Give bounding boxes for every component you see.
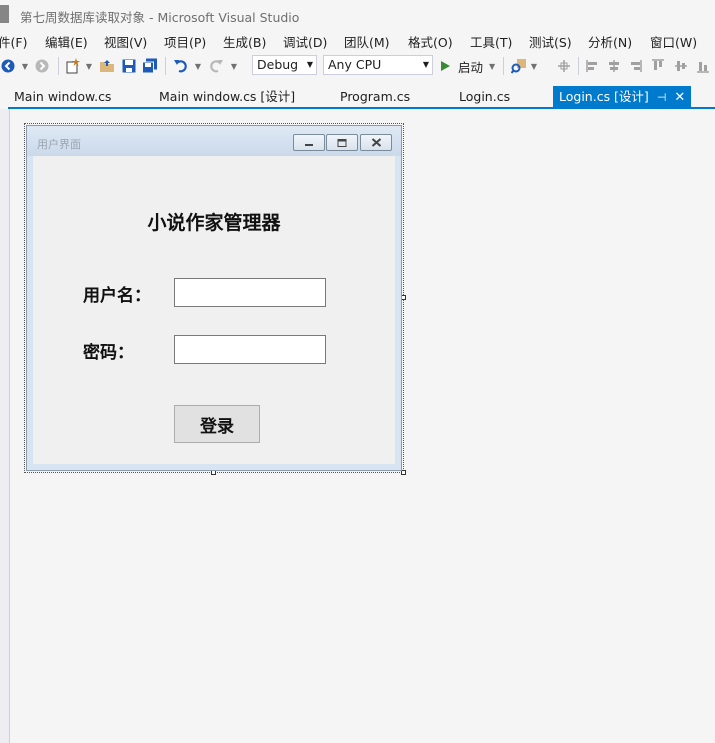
app-heading: 小说作家管理器	[147, 212, 281, 234]
login-form-window[interactable]: 用户界面 小说作家管理器 用户名： 密码： 登录	[26, 125, 402, 471]
menu-debug[interactable]: 调试(D)	[283, 32, 327, 51]
undo-icon[interactable]	[172, 51, 190, 81]
document-tab-strip: Main window.cs Main window.cs [设计] Progr…	[0, 86, 715, 108]
solution-platform-select[interactable]: Any CPU ▼	[323, 55, 433, 75]
align-middles-icon[interactable]	[673, 51, 689, 81]
chevron-down-icon: ▼	[422, 60, 429, 69]
minimize-icon	[305, 143, 313, 146]
toolbar-separator	[165, 57, 166, 75]
toolbar-overflow-icon[interactable]: ▼	[530, 51, 538, 81]
navigate-back-icon[interactable]	[0, 51, 16, 81]
find-in-files-icon[interactable]	[509, 51, 529, 81]
tab-login-design[interactable]: Login.cs [设计] ⊣ ✕	[553, 86, 692, 107]
start-debugging-button[interactable]: 启动 ▼	[439, 51, 497, 81]
align-lefts-icon[interactable]	[585, 51, 601, 81]
password-label: 密码：	[83, 343, 134, 363]
menu-view[interactable]: 视图(V)	[104, 32, 147, 51]
redo-dropdown-icon[interactable]: ▼	[229, 51, 239, 81]
maximize-icon	[337, 138, 347, 147]
new-project-icon[interactable]	[64, 51, 82, 81]
form-title: 用户界面	[37, 138, 81, 151]
minimize-button[interactable]	[293, 134, 325, 151]
visual-studio-logo-icon	[0, 5, 9, 23]
menu-tools[interactable]: 工具(T)	[470, 32, 512, 51]
username-input[interactable]	[174, 278, 326, 307]
password-input[interactable]	[174, 335, 326, 364]
align-centers-icon[interactable]	[606, 51, 622, 81]
tab-main-window-cs[interactable]: Main window.cs	[14, 86, 111, 107]
chevron-down-icon: ▼	[489, 61, 496, 71]
undo-dropdown-icon[interactable]: ▼	[193, 51, 203, 81]
navigate-forward-icon[interactable]	[34, 51, 50, 81]
maximize-button[interactable]	[326, 134, 358, 151]
platform-value: Any CPU	[328, 57, 382, 72]
align-rights-icon[interactable]	[627, 51, 643, 81]
align-to-grid-icon[interactable]	[555, 51, 573, 81]
save-icon[interactable]	[120, 51, 138, 81]
form-client-area: 小说作家管理器 用户名： 密码： 登录	[33, 156, 395, 464]
close-icon[interactable]: ✕	[674, 90, 685, 105]
pin-icon[interactable]: ⊣	[657, 91, 667, 104]
standard-toolbar: ▼ ▼ ▼ ▼ Debug ▼ Any CPU ▼ 启动 ▼ ▼	[0, 51, 715, 81]
tab-main-window-design[interactable]: Main window.cs [设计]	[159, 86, 295, 107]
tab-login-design-label: Login.cs [设计]	[559, 89, 649, 104]
solution-configuration-select[interactable]: Debug ▼	[252, 55, 317, 75]
chevron-down-icon: ▼	[306, 60, 313, 69]
window-title: 第七周数据库读取对象 - Microsoft Visual Studio	[20, 10, 300, 25]
configuration-value: Debug	[257, 57, 299, 72]
back-dropdown-icon[interactable]: ▼	[20, 51, 30, 81]
toolbar-separator	[578, 57, 579, 75]
align-tops-icon[interactable]	[650, 51, 666, 81]
title-bar: 第七周数据库读取对象 - Microsoft Visual Studio	[0, 0, 715, 29]
menu-window[interactable]: 窗口(W)	[650, 32, 697, 51]
close-icon	[371, 138, 381, 147]
menu-file[interactable]: 件(F)	[0, 32, 27, 51]
open-folder-icon[interactable]	[98, 51, 116, 81]
toolbar-separator	[58, 57, 59, 75]
tab-login-cs[interactable]: Login.cs	[459, 86, 510, 107]
menu-analyze[interactable]: 分析(N)	[588, 32, 632, 51]
play-icon	[441, 61, 450, 71]
menu-format[interactable]: 格式(O)	[408, 32, 453, 51]
new-dropdown-icon[interactable]: ▼	[84, 51, 94, 81]
login-button[interactable]: 登录	[174, 405, 260, 443]
menu-project[interactable]: 项目(P)	[164, 32, 206, 51]
menu-test[interactable]: 测试(S)	[529, 32, 572, 51]
align-bottoms-icon[interactable]	[695, 51, 711, 81]
menu-bar: 件(F) 编辑(E) 视图(V) 项目(P) 生成(B) 调试(D) 团队(M)…	[0, 29, 715, 51]
menu-build[interactable]: 生成(B)	[223, 32, 266, 51]
toolbar-separator	[503, 57, 504, 75]
toolbox-edge	[0, 109, 10, 743]
redo-icon[interactable]	[207, 51, 225, 81]
menu-edit[interactable]: 编辑(E)	[45, 32, 88, 51]
menu-team[interactable]: 团队(M)	[344, 32, 390, 51]
start-label: 启动	[458, 59, 484, 75]
username-label: 用户名：	[83, 286, 151, 306]
form-title-bar: 用户界面	[27, 126, 401, 156]
close-button[interactable]	[360, 134, 392, 151]
tab-program-cs[interactable]: Program.cs	[340, 86, 410, 107]
save-all-icon[interactable]	[141, 51, 159, 81]
